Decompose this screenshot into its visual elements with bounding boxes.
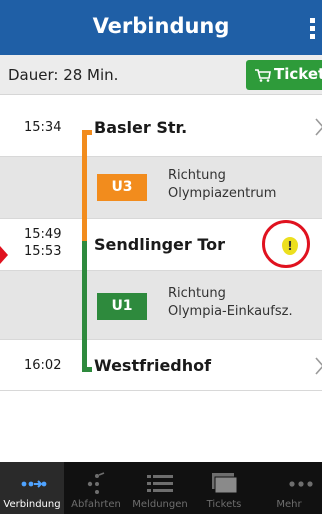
tab-label: Verbindung — [3, 499, 61, 510]
tab-meldungen[interactable]: Meldungen — [128, 462, 192, 514]
departure-time: 15:53 — [24, 244, 62, 259]
station-name: Westfriedhof — [94, 356, 212, 375]
arrival-time: 15:49 — [24, 227, 62, 242]
tickets-icon — [212, 473, 238, 494]
station-name: Sendlinger Tor — [94, 235, 226, 254]
duration-text: Dauer: 28 Min. — [8, 66, 119, 84]
direction-text: Richtung Olympia-Einkaufsz. — [168, 285, 293, 321]
route-tick-end — [82, 367, 92, 372]
cart-icon — [255, 69, 271, 82]
route-line-u3 — [82, 130, 87, 241]
direction-destination: Olympiazentrum — [168, 186, 277, 201]
stop-row-basler-str[interactable]: 15:34 Basler Str. — [0, 96, 322, 157]
direction-label: Richtung — [168, 168, 226, 183]
route-tick-start — [82, 130, 92, 135]
direction-destination: Olympia-Einkaufsz. — [168, 304, 293, 319]
page-title: Verbindung — [92, 14, 230, 38]
more-vertical-icon[interactable] — [309, 18, 317, 40]
tab-label: Abfahrten — [71, 499, 121, 510]
direction-text: Richtung Olympiazentrum — [168, 167, 276, 203]
arrow-right-icon — [0, 246, 8, 264]
departure-time: 15:34 — [24, 120, 62, 135]
tab-mehr[interactable]: Mehr — [256, 462, 322, 514]
ticket-label: Ticket — [274, 65, 322, 83]
chevron-right-icon — [315, 118, 322, 136]
segment-row-u3: U3 Richtung Olympiazentrum — [0, 157, 322, 219]
summary-bar: Dauer: 28 Min. Ticket — [0, 55, 322, 95]
stop-row-westfriedhof[interactable]: 16:02 Westfriedhof — [0, 340, 322, 391]
route-icon — [21, 480, 47, 488]
departures-icon — [87, 472, 105, 494]
app-header: Verbindung — [0, 0, 322, 55]
direction-label: Richtung — [168, 286, 226, 301]
tab-abfahrten[interactable]: Abfahrten — [64, 462, 128, 514]
line-badge-u1: U1 — [97, 293, 147, 320]
arrival-time: 16:02 — [24, 358, 62, 373]
tab-label: Mehr — [276, 499, 302, 510]
highlight-circle — [262, 220, 310, 268]
more-icon — [289, 481, 313, 487]
segment-row-u1: U1 Richtung Olympia-Einkaufsz. — [0, 271, 322, 340]
tab-bar: Verbindung Abfahrten Meldungen Tickets M… — [0, 462, 322, 514]
tab-label: Meldungen — [132, 499, 188, 510]
tab-label: Tickets — [206, 499, 242, 510]
list-icon — [147, 475, 173, 492]
station-name: Basler Str. — [94, 118, 188, 137]
tab-verbindung[interactable]: Verbindung — [0, 462, 64, 514]
tab-tickets[interactable]: Tickets — [192, 462, 256, 514]
chevron-right-icon — [315, 357, 322, 375]
route-line-u1 — [82, 241, 87, 372]
ticket-button[interactable]: Ticket — [246, 60, 322, 90]
line-badge-u3: U3 — [97, 174, 147, 201]
